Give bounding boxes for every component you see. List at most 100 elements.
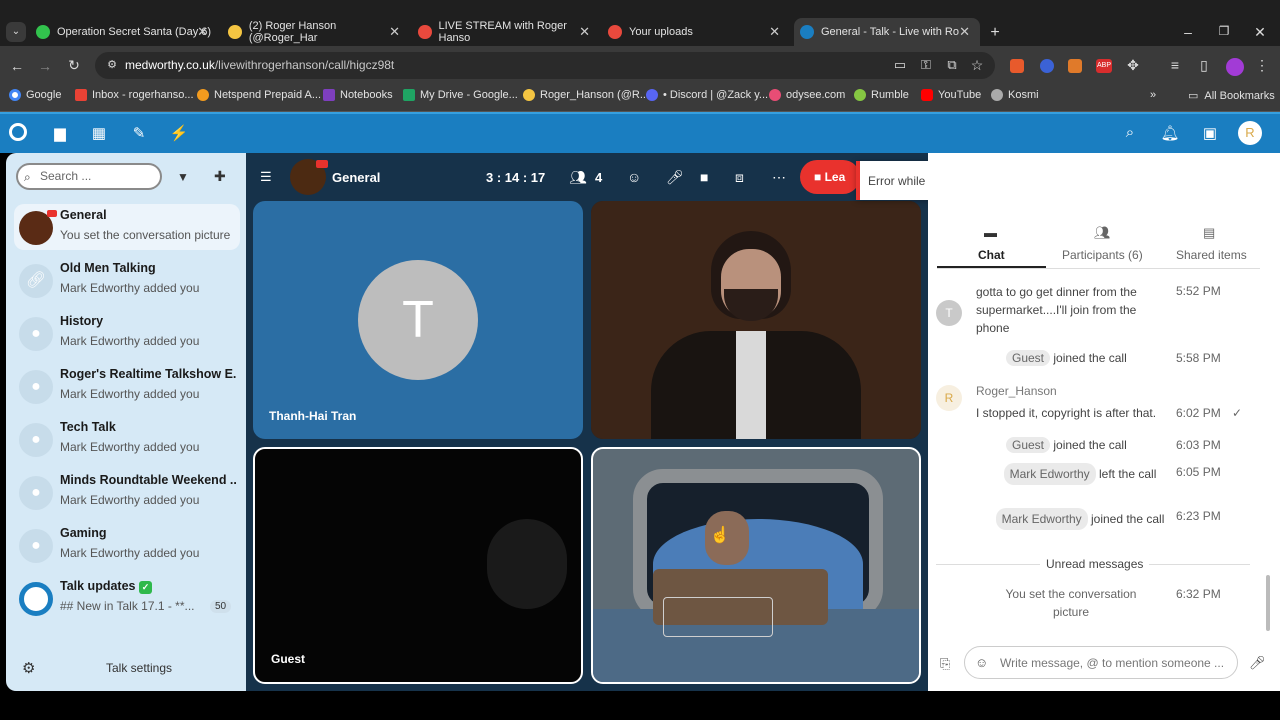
user-mention-pill[interactable]: Guest <box>1006 350 1051 366</box>
tab-chat[interactable]: Chat <box>978 248 1005 262</box>
reload-icon[interactable]: ↻ <box>64 57 84 74</box>
participants-count: 4 <box>595 170 603 185</box>
nextcloud-logo-icon[interactable] <box>9 123 27 141</box>
bookmark-roger-hanson[interactable]: Roger_Hanson (@R... <box>523 89 649 101</box>
voice-message-icon[interactable]: 🎤︎ <box>1249 655 1266 671</box>
user-mention-pill[interactable]: Mark Edworthy <box>995 508 1088 530</box>
youtube-icon <box>921 89 933 101</box>
conversation-realtime-talkshow[interactable]: ● Roger's Realtime Talkshow E... Mark Ed… <box>14 363 240 409</box>
extension-icon[interactable] <box>1040 59 1054 73</box>
screen-share-icon[interactable]: ⧈ <box>735 169 744 186</box>
browser-tab-1[interactable]: Operation Secret Santa (Day 6) ✕ <box>30 18 214 46</box>
search-input[interactable]: Search ... <box>16 163 162 190</box>
bookmark-notebooks[interactable]: Notebooks <box>323 89 393 101</box>
conversation-tech-talk[interactable]: ● Tech Talk Mark Edworthy added you <box>14 416 240 462</box>
bookmark-google[interactable]: Google <box>9 89 61 101</box>
talk-settings-button[interactable]: Talk settings <box>106 661 172 675</box>
activity-bolt-icon[interactable]: ⚡ <box>169 124 189 142</box>
bookmark-kosmi[interactable]: Kosmi <box>991 89 1039 101</box>
conversation-history[interactable]: ● History Mark Edworthy added you <box>14 310 240 356</box>
back-icon[interactable]: ← <box>7 58 27 74</box>
extensions-puzzle-icon[interactable]: ✥ <box>1123 57 1143 74</box>
adblock-icon[interactable]: ABP <box>1096 59 1112 73</box>
calendar-icon[interactable]: ▦ <box>89 124 109 142</box>
chat-scrollbar[interactable] <box>1266 575 1270 631</box>
new-tab-icon[interactable]: + <box>985 24 1005 42</box>
browser-tab-2[interactable]: (2) Roger Hanson (@Roger_Har ✕ <box>222 18 406 46</box>
bookmark-youtube[interactable]: YouTube <box>921 89 981 101</box>
close-tab-icon[interactable]: ✕ <box>389 24 400 40</box>
odysee-icon <box>769 89 781 101</box>
conversation-general[interactable]: General You set the conversation picture <box>14 204 240 250</box>
password-key-icon[interactable]: ⚿ <box>916 57 936 73</box>
bookmark-odysee[interactable]: odysee.com <box>769 89 845 101</box>
conversation-gaming[interactable]: ● Gaming Mark Edworthy added you <box>14 522 240 568</box>
extension-icon[interactable] <box>1010 59 1024 73</box>
url-input[interactable]: medworthy.co.uk/livewithrogerhanson/call… <box>95 52 995 79</box>
conversation-old-men-talking[interactable]: 🔗︎ Old Men Talking Mark Edworthy added y… <box>14 257 240 303</box>
all-bookmarks[interactable]: ▭ All Bookmarks <box>1188 89 1275 103</box>
folder-icon: ▭ <box>1188 90 1199 102</box>
settings-gear-icon[interactable]: ⚙ <box>22 659 35 677</box>
tab-shared-items[interactable]: Shared items <box>1176 248 1247 262</box>
more-bookmarks-icon[interactable]: » <box>1150 89 1156 101</box>
bookmark-my-drive[interactable]: My Drive - Google... <box>403 89 518 101</box>
close-tab-icon[interactable]: ✕ <box>959 24 970 40</box>
user-mention-pill[interactable]: Guest <box>1006 437 1051 453</box>
new-conversation-icon[interactable]: ✚ <box>214 168 226 185</box>
bookmark-netspend[interactable]: Netspend Prepaid A... <box>197 89 321 101</box>
video-tile-thanh-hai[interactable]: T Thanh-Hai Tran <box>253 201 583 439</box>
discord-icon <box>646 89 658 101</box>
video-tile-camera-feed[interactable] <box>591 201 921 439</box>
tab-participants[interactable]: Participants (6) <box>1062 248 1143 262</box>
bookmark-star-icon[interactable]: ☆ <box>967 57 987 74</box>
message-input[interactable]: ☺ Write message, @ to mention someone ..… <box>964 646 1238 679</box>
more-options-icon[interactable]: ⋯ <box>772 169 786 186</box>
microphone-icon[interactable]: 🎤︎ <box>666 169 684 186</box>
close-tab-icon[interactable]: ✕ <box>579 24 590 40</box>
profile-avatar[interactable] <box>1226 58 1244 76</box>
browser-tab-4[interactable]: Your uploads ✕ <box>602 18 786 46</box>
install-app-icon[interactable]: ⧉ <box>942 57 962 73</box>
toggle-sidebar-icon[interactable]: ☰ <box>260 169 272 185</box>
filter-icon[interactable]: ▼ <box>177 170 189 184</box>
minimize-icon[interactable]: – <box>1178 24 1198 40</box>
reactions-emoji-icon[interactable]: ☺ <box>627 169 641 185</box>
side-panel-icon[interactable]: ▯ <box>1194 57 1214 74</box>
close-tab-icon[interactable]: ✕ <box>769 24 780 40</box>
restore-icon[interactable]: ❐ <box>1214 24 1234 38</box>
emoji-picker-icon[interactable]: ☺ <box>975 655 988 670</box>
contacts-icon[interactable]: ▣ <box>1200 124 1220 142</box>
bookmark-discord[interactable]: • Discord | @Zack y... <box>646 89 768 101</box>
browser-menu-icon[interactable]: ⋮ <box>1252 57 1272 74</box>
group-icon: ● <box>19 529 53 563</box>
extension-icon[interactable] <box>1068 59 1082 73</box>
message-time: 6:32 PM <box>1176 587 1221 601</box>
conversation-talk-updates[interactable]: Talk updates ✓ ## New in Talk 17.1 - **.… <box>14 575 240 621</box>
participants-icon[interactable]: 👥︎ <box>569 169 587 186</box>
search-icon[interactable]: ⌕ <box>1120 124 1140 141</box>
bookmark-inbox[interactable]: Inbox - rogerhanso... <box>75 89 194 101</box>
notifications-bell-icon[interactable]: 🔔︎ <box>1160 124 1180 142</box>
bookmark-rumble[interactable]: Rumble <box>854 89 909 101</box>
browser-tab-3[interactable]: LIVE STREAM with Roger Hanso ✕ <box>412 18 596 46</box>
close-window-icon[interactable]: ✕ <box>1250 24 1270 41</box>
camera-icon[interactable]: ■ <box>700 169 708 185</box>
close-tab-icon[interactable]: ✕ <box>197 24 208 40</box>
files-icon[interactable]: ▆ <box>50 124 70 142</box>
notes-pencil-icon[interactable]: ✎ <box>129 124 149 142</box>
attachment-icon[interactable]: ⎘ <box>940 656 950 672</box>
room-title: General <box>332 170 381 185</box>
leave-call-button[interactable]: ■ Lea <box>800 160 860 194</box>
tab-search-icon[interactable]: ⌄ <box>6 22 26 42</box>
site-info-icon[interactable]: ⚙ <box>102 58 122 71</box>
camera-blocked-icon[interactable]: ▭ <box>890 57 910 73</box>
user-avatar[interactable]: R <box>1238 121 1262 145</box>
forward-icon[interactable]: → <box>35 58 55 74</box>
video-tile-guest[interactable]: Guest <box>253 447 583 684</box>
user-mention-pill[interactable]: Mark Edworthy <box>1003 463 1096 485</box>
video-tile-space-station[interactable]: ☝ <box>591 447 921 684</box>
conversation-minds-roundtable[interactable]: ● Minds Roundtable Weekend ... Mark Edwo… <box>14 469 240 515</box>
browser-tab-5-active[interactable]: General - Talk - Live with Ro ✕ <box>794 18 980 46</box>
media-control-icon[interactable]: ≡ <box>1165 57 1185 73</box>
